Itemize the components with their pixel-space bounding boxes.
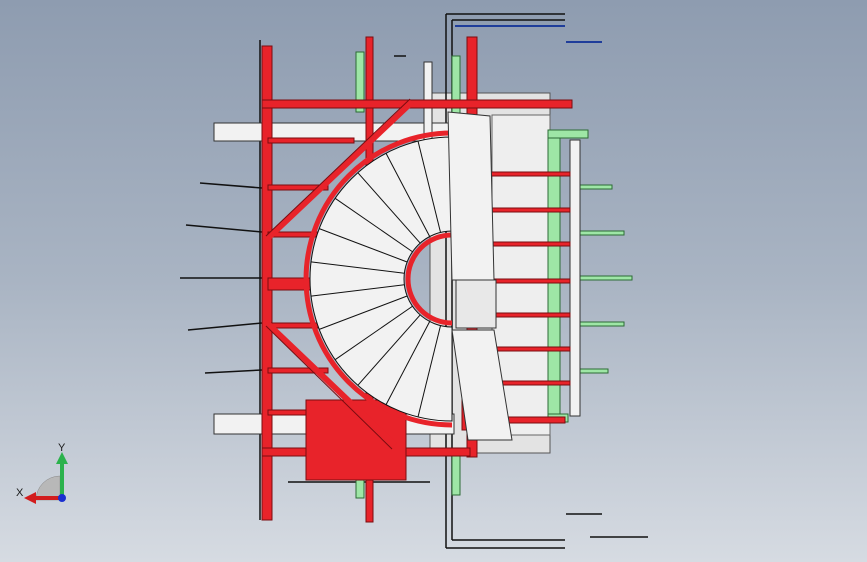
- x-axis-label: X: [16, 487, 24, 499]
- top-landing: [447, 111, 495, 281]
- landing-block: [455, 279, 497, 329]
- right-railing: [569, 139, 581, 417]
- graphics-viewport[interactable]: X Y: [0, 0, 867, 562]
- z-axis-dot: [58, 494, 66, 502]
- x-axis-arrow-head: [24, 492, 36, 504]
- staircase-model[interactable]: [0, 0, 867, 562]
- y-axis-label: Y: [58, 442, 66, 454]
